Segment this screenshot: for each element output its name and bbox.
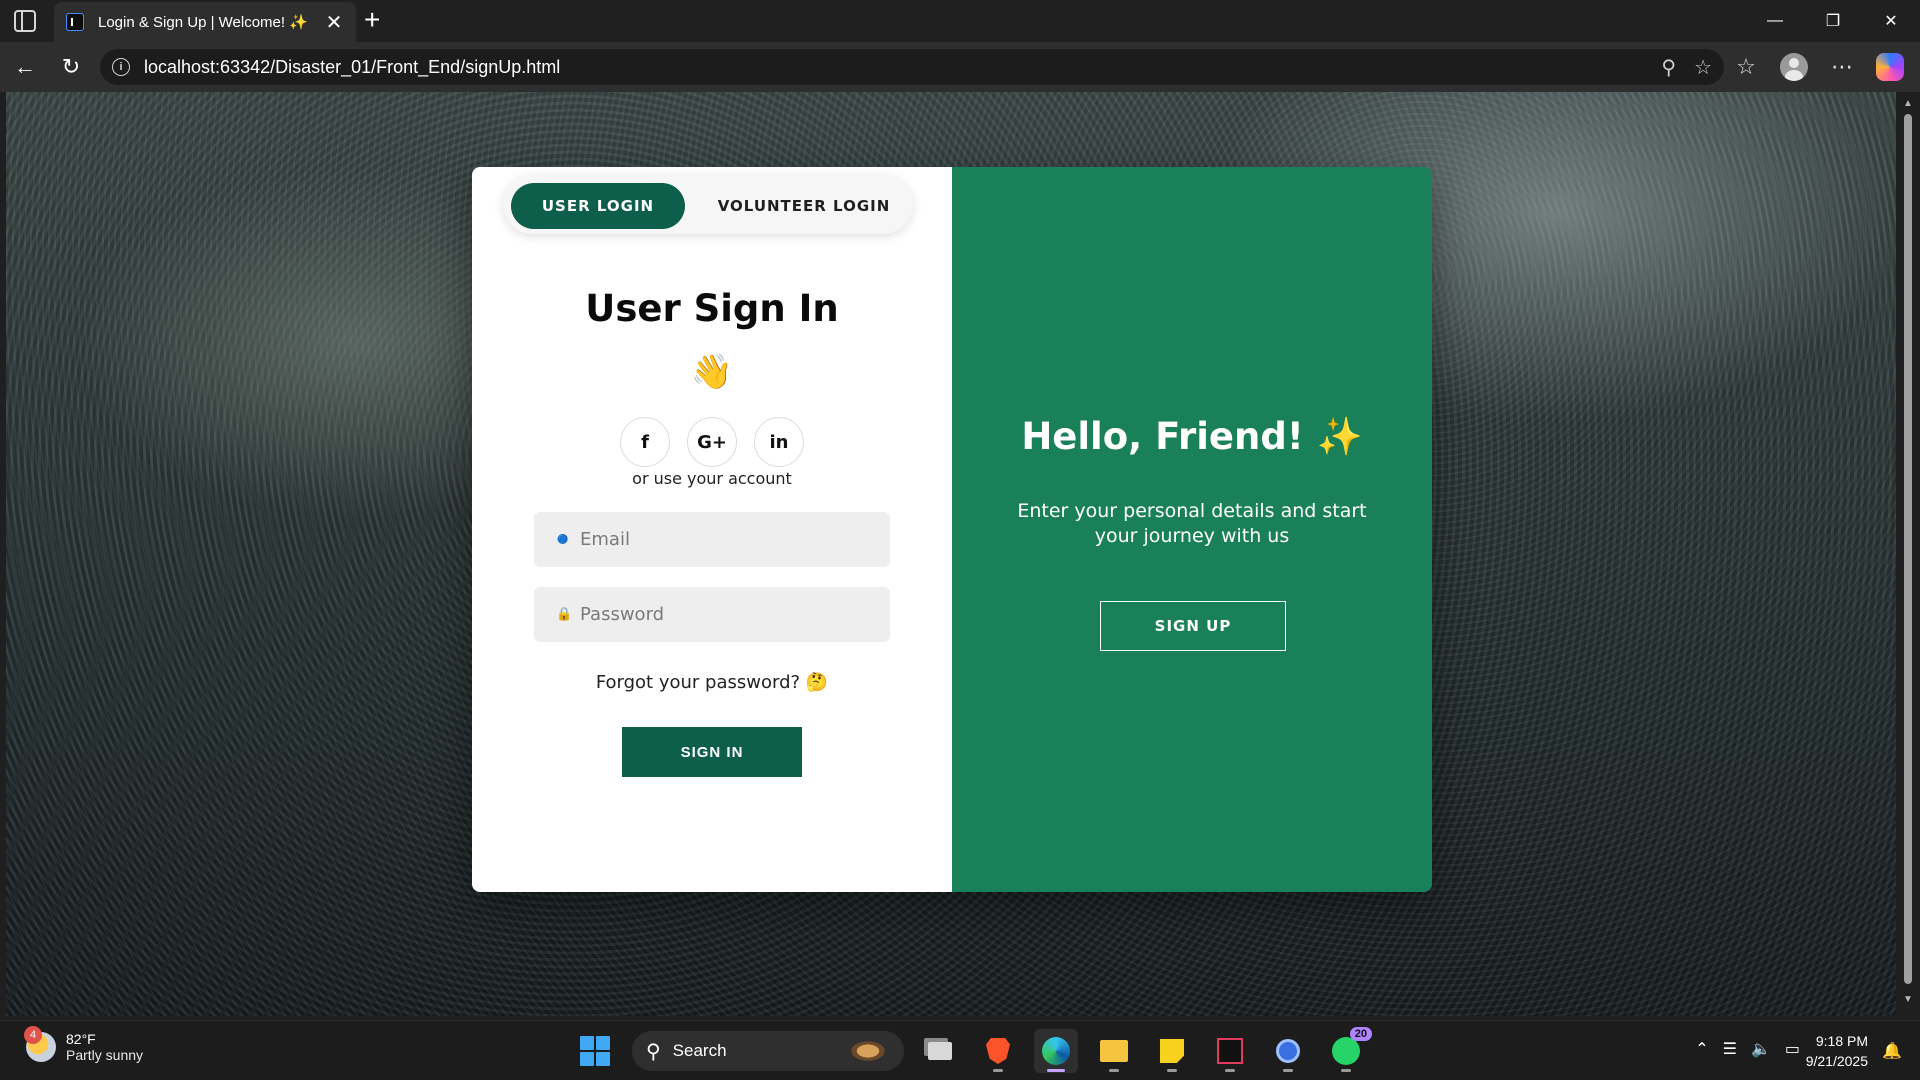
info-icon[interactable]: i [112,58,130,76]
notifications-icon[interactable]: 🔔 [1882,1041,1902,1061]
key-icon[interactable]: ⚲ [1661,55,1676,80]
browser-tab[interactable]: Login & Sign Up | Welcome! ✨ ✕ [54,2,356,42]
taskbar-clock[interactable]: 9:18 PM 9/21/2025 [1806,1031,1868,1071]
taskbar-search[interactable]: ⚲ Search [632,1031,904,1071]
login-type-toggle: USER LOGIN VOLUNTEER LOGIN [503,174,913,234]
whatsapp-badge: 20 [1349,1027,1372,1041]
brave-icon[interactable] [976,1029,1020,1073]
window-controls: — ❐ ✕ [1746,0,1920,42]
browser-titlebar: Login & Sign Up | Welcome! ✨ ✕ + — ❐ ✕ [0,0,1920,42]
file-explorer-icon[interactable] [1092,1029,1136,1073]
search-label: Search [672,1041,727,1060]
partly-sunny-icon: 4 [24,1026,56,1062]
password-input[interactable] [580,604,870,625]
weather-condition: Partly sunny [66,1047,144,1063]
user-login-tab[interactable]: USER LOGIN [511,183,685,229]
weather-temperature: 82°F [66,1031,96,1047]
taskbar-apps: ⚲ Search 20 [580,1027,1372,1073]
close-window-icon[interactable]: ✕ [1862,0,1920,42]
email-input[interactable] [580,529,870,550]
back-icon[interactable]: ← [10,52,40,82]
profile-icon[interactable] [1780,53,1808,81]
tab-close-icon[interactable]: ✕ [324,10,344,35]
search-highlight-icon [842,1036,894,1066]
minimize-icon[interactable]: — [1746,0,1804,42]
system-tray: ⌃ ☰ 🔈 ▭ [1695,1039,1800,1059]
windows-taskbar: 4 82°F Partly sunny ⚲ Search 20 ⌃ ☰ 🔈 ▭ … [0,1020,1920,1080]
tab-actions-icon[interactable] [14,10,36,32]
task-view-icon[interactable] [918,1029,962,1073]
battery-icon[interactable]: ▭ [1785,1039,1800,1059]
forgot-password-link[interactable]: Forgot your password? 🤔 [472,672,952,693]
scroll-thumb[interactable] [1904,114,1912,984]
copilot-icon[interactable] [1876,53,1904,81]
show-hidden-icons-icon[interactable]: ⌃ [1695,1039,1708,1059]
tab-title: Login & Sign Up | Welcome! ✨ [98,14,308,31]
linkedin-icon[interactable]: in [754,417,804,467]
lock-icon: 🔒 [556,607,573,622]
scroll-down-icon[interactable]: ▼ [1902,994,1914,1005]
clock-date: 9/21/2025 [1805,1053,1868,1069]
email-field[interactable]: 🔵 [534,512,890,567]
facebook-icon[interactable]: f [620,417,670,467]
scroll-up-icon[interactable]: ▲ [1902,98,1914,109]
sticky-notes-icon[interactable] [1150,1029,1194,1073]
page-scrollbar[interactable]: ▲ ▼ [1896,92,1920,1016]
password-field[interactable]: 🔒 [534,587,890,642]
restore-icon[interactable]: ❐ [1804,0,1862,42]
weather-widget[interactable]: 4 82°F Partly sunny [24,1026,144,1063]
copilot-app-icon[interactable] [1266,1029,1310,1073]
refresh-icon[interactable]: ↻ [56,52,86,82]
start-icon[interactable] [580,1036,610,1066]
social-login-row: f G+ in [472,417,952,467]
google-plus-icon[interactable]: G+ [687,417,737,467]
auth-card: USER LOGIN VOLUNTEER LOGIN User Sign In … [472,167,1432,892]
waving-hand-icon: 👋 [690,352,734,392]
welcome-panel: Hello, Friend! ✨ Enter your personal det… [952,167,1432,892]
clock-time: 9:18 PM [1815,1033,1868,1049]
volume-icon[interactable]: 🔈 [1751,1039,1771,1059]
welcome-description: Enter your personal details and start yo… [1017,500,1367,547]
or-use-account-text: or use your account [632,469,792,488]
search-icon: ⚲ [646,1040,661,1063]
favorites-icon[interactable]: ☆ [1730,54,1762,80]
whatsapp-icon[interactable]: 20 [1324,1027,1372,1073]
browser-toolbar: ← ↻ i localhost:63342/Disaster_01/Front_… [0,42,1920,92]
sign-in-button[interactable]: SIGN IN [622,727,802,777]
wifi-icon[interactable]: ☰ [1723,1039,1737,1059]
url-text[interactable]: localhost:63342/Disaster_01/Front_End/si… [144,57,560,78]
weather-badge: 4 [24,1026,42,1044]
edge-icon[interactable] [1034,1029,1078,1073]
volunteer-login-tab[interactable]: VOLUNTEER LOGIN [699,183,909,229]
new-tab-icon[interactable]: + [364,4,380,36]
sign-up-button[interactable]: SIGN UP [1100,601,1286,651]
signin-title: User Sign In [585,287,839,330]
more-icon[interactable]: ⋯ [1826,54,1858,80]
welcome-title: Hello, Friend! ✨ [1021,415,1363,458]
star-icon[interactable]: ☆ [1694,55,1712,80]
signin-panel: USER LOGIN VOLUNTEER LOGIN User Sign In … [472,167,952,892]
email-icon: 🔵 [557,534,569,545]
address-bar[interactable]: i localhost:63342/Disaster_01/Front_End/… [100,49,1724,85]
intellij-icon[interactable] [1208,1029,1252,1073]
intellij-favicon-icon [66,13,84,31]
page-viewport: USER LOGIN VOLUNTEER LOGIN User Sign In … [6,92,1896,1016]
